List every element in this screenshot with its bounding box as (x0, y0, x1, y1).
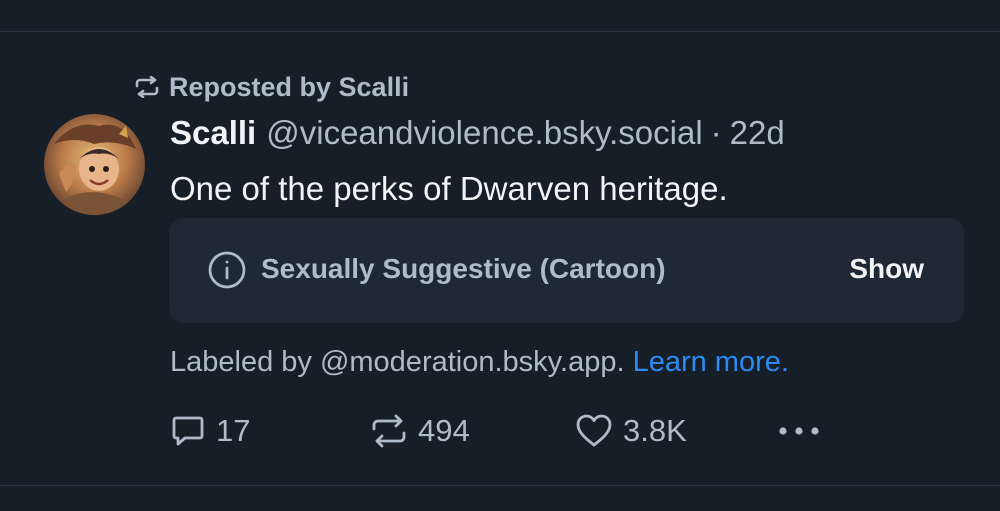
more-options-button[interactable] (777, 410, 821, 452)
repost-button[interactable]: 494 (370, 410, 470, 452)
separator-dot: · (710, 114, 722, 151)
ellipsis-icon (777, 425, 821, 437)
repost-icon (134, 76, 160, 98)
bottom-divider (0, 485, 1000, 486)
top-divider (0, 31, 1000, 32)
repost-indicator[interactable]: Reposted by Scalli (134, 70, 409, 104)
repost-count: 494 (418, 413, 470, 448)
content-warning-card[interactable]: Sexually Suggestive (Cartoon) Show (169, 218, 964, 323)
content-warning-label: Sexually Suggestive (Cartoon) (261, 253, 666, 284)
post-actions: 17 494 3.8K (170, 410, 830, 452)
show-button[interactable]: Show (849, 253, 924, 285)
reply-button[interactable]: 17 (170, 410, 250, 452)
info-circle-icon (207, 250, 247, 290)
author-display-name[interactable]: Scalli (170, 114, 256, 152)
reply-count: 17 (216, 413, 251, 448)
reply-icon (170, 413, 206, 449)
post-text: One of the perks of Dwarven heritage. (170, 170, 728, 207)
repost-icon (370, 414, 408, 448)
avatar[interactable] (44, 114, 145, 215)
learn-more-link[interactable]: Learn more. (633, 346, 789, 378)
post-header: Scalli @viceandviolence.bsky.social · 22… (170, 114, 785, 154)
moderation-label: Labeled by @moderation.bsky.app. Learn m… (170, 346, 789, 379)
repost-label: Reposted by Scalli (169, 71, 410, 102)
like-count: 3.8K (623, 413, 687, 448)
post-timestamp[interactable]: 22d (730, 114, 785, 152)
like-button[interactable]: 3.8K (575, 410, 687, 452)
heart-icon (575, 413, 613, 449)
author-handle[interactable]: @viceandviolence.bsky.social (266, 114, 702, 152)
moderation-label-text: Labeled by @moderation.bsky.app. (170, 346, 625, 378)
